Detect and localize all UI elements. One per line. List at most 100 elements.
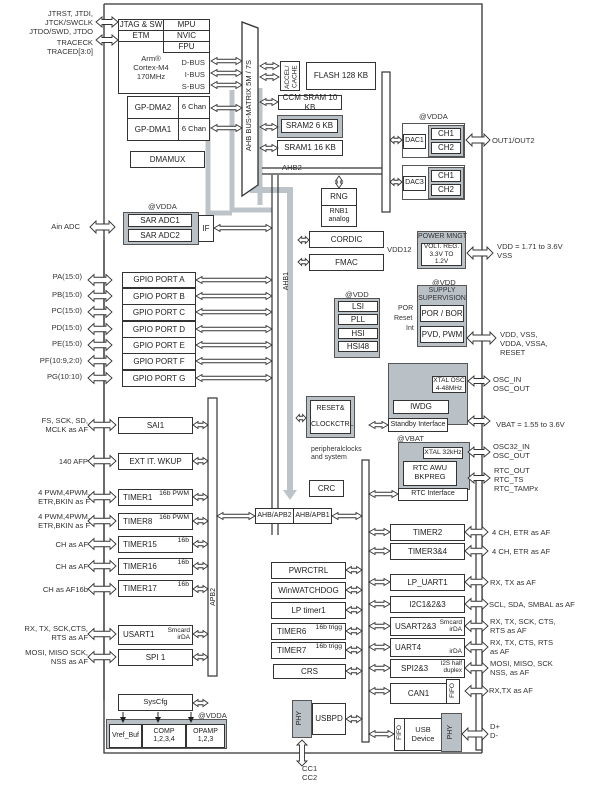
ext-it-wkup: EXT IT. WKUP [118, 453, 193, 470]
timer17-pins: CH as AF16b [42, 585, 88, 594]
int-label: Int [406, 325, 414, 332]
syscfg: SysCfg [118, 694, 193, 711]
bidirectional-arrow [195, 356, 273, 366]
timer2: TIMER2 [390, 524, 465, 541]
pin-pg: PG(10:10) [46, 372, 82, 381]
bidirectional-arrow [192, 629, 209, 639]
bidirectional-arrow [368, 621, 391, 631]
power-mngt: POWER MNGT VOLT. REG. 3.3V TO 1.2V [417, 231, 467, 269]
core-label: Arm® Cortex-M4 170MHz [133, 54, 169, 82]
gpio-port-a: GPIO PORT A [122, 272, 196, 288]
timer8: TIMER8 16b PWM [118, 513, 193, 530]
bidirectional-arrow [87, 273, 113, 287]
usb-phy: PHY [441, 713, 462, 752]
dac3-ch2: CH2 [431, 184, 461, 196]
bidirectional-arrow [192, 584, 209, 594]
dac3-block: DAC3 CH1 CH2 [402, 165, 465, 200]
bidirectional-arrow [389, 135, 403, 145]
bidirectional-arrow [464, 597, 489, 611]
bidirectional-arrow [87, 537, 117, 551]
reset-clockctrl-frame: RESET& CLOCKCTRL [306, 396, 355, 438]
sram2: SRAM2 6 KB [281, 119, 338, 133]
bidirectional-arrow [259, 122, 279, 132]
bidirectional-arrow [467, 375, 491, 387]
exti-pins: 140 AFP [58, 457, 88, 466]
cortex-m4-core: JTAG & SW MPU ETM NVIC FPU Arm® Cortex-M… [118, 19, 210, 94]
bidirectional-arrow [216, 511, 256, 521]
gp-dma2: GP-DMA2 [127, 96, 179, 119]
bidirectional-arrow [87, 559, 117, 573]
ain-adc-pin: Ain ADC [51, 222, 80, 231]
pin-traced: TRACED[3:0] [47, 47, 93, 57]
dac1-ch2: CH2 [431, 142, 461, 154]
osc32-pins: OSC32_IN OSC_OUT [493, 442, 530, 461]
usbpd-pins: CC1 CC2 [302, 764, 318, 783]
rng: RNG [321, 188, 357, 206]
bidirectional-arrow [87, 418, 117, 432]
bidirectional-arrow [464, 525, 489, 539]
bidirectional-arrow [95, 34, 119, 46]
usb-device: USB Device [404, 718, 442, 751]
bidirectional-arrow [259, 72, 280, 82]
usbpd-phy: PHY [292, 700, 312, 738]
usart1: USART1 Smcard irDA [118, 625, 193, 645]
dmamux: DMAMUX [130, 151, 205, 168]
i-bus: I-BUS [184, 70, 205, 79]
peripheral-clocks-label: peripheralclocks and system [311, 446, 362, 462]
rtc-interface: RTC Interface [398, 488, 468, 501]
bidirectional-arrow [464, 575, 489, 589]
timer16: TIMER16 16b [118, 558, 193, 575]
lp-uart1-pins: RX, TX as AF [490, 578, 536, 587]
timer8-pins: 4 PWM,4PWM, ETR,BKIN as F [38, 512, 90, 531]
sram2-frame: SRAM2 6 KB [277, 115, 343, 138]
dac3-ch1: CH1 [431, 170, 461, 182]
hsi: HSI [338, 328, 378, 339]
bidirectional-arrow [295, 413, 307, 423]
adc-if: IF [198, 215, 214, 242]
bidirectional-arrow [259, 143, 279, 153]
adc-vdda-label: @VDDA [148, 202, 177, 211]
pwrctrl: PWRCTRL [271, 562, 346, 579]
spi1-pins: MOSI, MISO SCK, NSS as AF [25, 648, 88, 667]
lp-uart1: LP_UART1 [390, 574, 465, 591]
bidirectional-arrow [95, 16, 119, 28]
comp: COMP 1,2,3,4 [142, 724, 186, 748]
bidirectional-arrow [87, 338, 113, 352]
gpio-port-e: GPIO PORT E [122, 337, 196, 354]
bidirectional-arrow [87, 582, 117, 596]
pin-pa: PA(15:0) [52, 272, 82, 281]
vref-buf: Vref_Buf [109, 724, 142, 748]
bidirectional-arrow [464, 661, 489, 675]
rng-analog: RNB1 analog [321, 205, 357, 227]
bidirectional-arrow [368, 642, 391, 652]
supply-pins: VDD, VSS, VDDA, VSSA, RESET [500, 330, 548, 358]
i2c: I2C1&2&3 [390, 596, 465, 613]
por-label: POR [398, 305, 414, 312]
timer6: TIMER6 16b trigg [271, 623, 346, 640]
lp-timer1: LP timer1 [271, 602, 346, 619]
bidirectional-arrow [87, 627, 117, 641]
bidirectional-arrow [195, 307, 273, 317]
analog-block: Vref_Buf COMP 1,2,3,4 OPAMP 1,2,3 [106, 719, 227, 749]
standby-interface: Standby Interface [388, 418, 448, 432]
fmac: FMAC [309, 254, 384, 271]
bidirectional-arrow [345, 626, 363, 636]
sram1: SRAM1 16 KB [277, 140, 343, 156]
flash: FLASH 128 KB [306, 62, 376, 90]
sar-adc2: SAR ADC2 [128, 229, 192, 242]
gpio-port-b: GPIO PORT B [122, 288, 196, 305]
bidirectional-arrow [461, 726, 489, 742]
bidirectional-arrow [345, 666, 363, 676]
ahb2-label: AHB2 [282, 163, 302, 172]
dac1: DAC1 [403, 134, 426, 149]
can1: CAN1 [390, 683, 447, 704]
timer17: TIMER17 16b [118, 580, 193, 597]
timer1: TIMER1 16b PWM [118, 489, 193, 506]
bidirectional-arrow [87, 454, 117, 468]
pin-pf: PF(10:9,2:0) [39, 356, 82, 365]
bidirectional-arrow [192, 561, 209, 571]
dac3-channels: CH1 CH2 [428, 167, 464, 199]
sai1-pins: FS, SCK, SD, MCLK as AF [41, 416, 88, 435]
bidirectional-arrow [210, 103, 243, 113]
sai1: SAI1 [118, 417, 193, 434]
